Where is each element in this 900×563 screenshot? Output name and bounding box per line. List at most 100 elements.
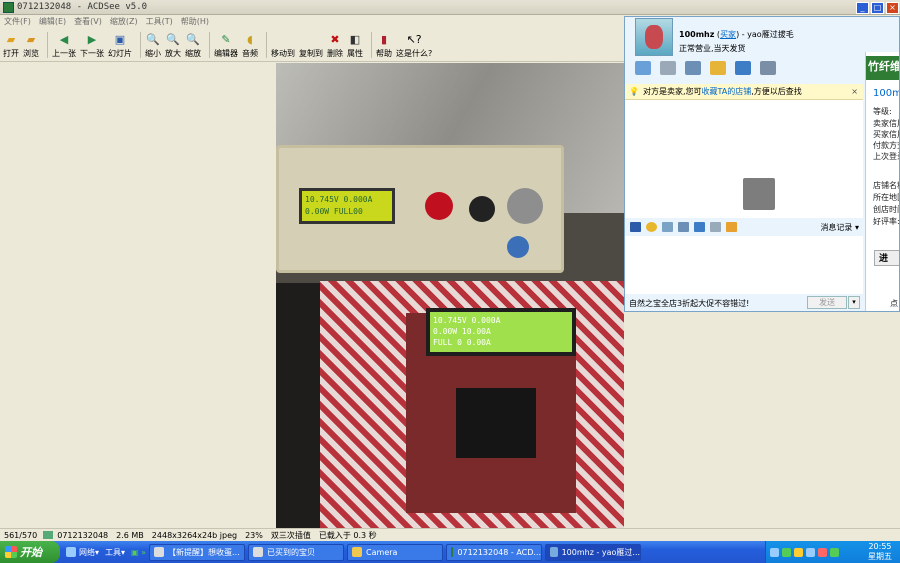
chat-bubble-icon[interactable] [710, 61, 726, 75]
status-filename: 0712132048 [57, 530, 109, 540]
user-settings-icon[interactable] [760, 61, 776, 75]
send-options-button[interactable]: ▾ [848, 296, 860, 309]
shop-user[interactable]: 100mh [873, 88, 899, 99]
speaker-icon: ◖ [247, 32, 253, 46]
folder-icon [352, 547, 363, 557]
task-button-chat[interactable]: 100mhz - yao雁过... [545, 543, 642, 561]
editor-icon: ✎ [221, 32, 231, 46]
gift-icon[interactable] [726, 222, 737, 232]
promo-text[interactable]: 自然之宝全店3折起大促不容错过! [629, 298, 749, 309]
tray-icon[interactable] [770, 547, 779, 557]
close-tip-icon[interactable]: × [851, 87, 858, 96]
status-interpolation: 双三次插值 [270, 530, 311, 540]
title-bar: 0712132048 - ACDSee v5.0 [0, 0, 900, 15]
photo-red-terminal [425, 192, 453, 220]
avatar[interactable] [635, 18, 673, 56]
browse-button[interactable]: ▰ 浏览 [23, 30, 39, 59]
photo-power-supply-box: 10.745V 0.000A 0.00W FULL00 [276, 145, 564, 273]
help-book-icon: ▮ [380, 32, 388, 46]
task-button-forum[interactable]: 【新提醒】想收蛋... [149, 543, 246, 561]
image-icon[interactable] [662, 222, 673, 232]
zoom-in-button[interactable]: 🔍 放大 [165, 30, 181, 59]
avatar-figure [645, 25, 663, 49]
copy-icon [303, 32, 319, 46]
network-icon [66, 547, 76, 557]
zoom-out-button[interactable]: 🔍 缩小 [145, 30, 161, 59]
zoom-button[interactable]: 🔍 缩放 [185, 30, 201, 59]
globe-icon[interactable] [735, 61, 751, 75]
tray-icon[interactable] [806, 547, 815, 557]
info-seller-credit: 卖家信用 [873, 119, 899, 128]
shop-banner[interactable]: 竹纤维 [866, 56, 899, 80]
zoom-in-icon: 🔍 [166, 32, 180, 46]
menu-view[interactable]: 查看(V) [70, 16, 106, 29]
camera-icon[interactable] [685, 61, 701, 75]
acdsee-app-icon [3, 1, 14, 13]
slideshow-button[interactable]: ▣ 幻灯片 [108, 30, 132, 59]
enter-shop-button[interactable]: 进 [874, 250, 899, 266]
shield-icon[interactable]: ▣ » [131, 548, 146, 557]
task-button-camera[interactable]: Camera [347, 543, 444, 561]
photo-lcd-large: 10.745V 0.000A 0.00W 10.00A FULL 0 0.00A [426, 308, 576, 356]
photo-small-knob [507, 236, 529, 258]
clock[interactable]: 20:55 星期五 [868, 542, 892, 562]
menu-edit[interactable]: 编辑(E) [35, 16, 70, 29]
buyer-link[interactable]: 买家 [720, 30, 736, 39]
properties-button[interactable]: ◧ 属性 [347, 30, 363, 59]
menu-help[interactable]: 帮助(H) [177, 16, 213, 29]
task-button-purchased[interactable]: 已买到的宝贝 [248, 543, 345, 561]
emoticon-icon[interactable] [646, 222, 657, 232]
whats-this-button[interactable]: ↖? 这是什么? [396, 30, 432, 59]
chat-icon [550, 547, 558, 557]
previous-button[interactable]: ◀ 上一张 [52, 30, 76, 59]
window-icon[interactable] [694, 222, 705, 232]
tray-icon[interactable] [830, 547, 839, 557]
quicklaunch-tools[interactable]: 工具 ▾ [105, 547, 125, 558]
favorite-shop-link[interactable]: 收藏TA的店铺 [702, 86, 752, 97]
editor-button[interactable]: ✎ 编辑器 [214, 30, 238, 59]
toolbar-separator [371, 32, 372, 58]
help-button[interactable]: ▮ 帮助 [376, 30, 392, 59]
close-button[interactable]: × [886, 2, 899, 14]
whats-this-icon: ↖? [406, 32, 422, 46]
tray-icon[interactable] [782, 547, 791, 557]
minimize-button[interactable]: _ [856, 2, 869, 14]
move-to-button[interactable]: 移动到 [271, 30, 295, 59]
copy-to-button[interactable]: 复制到 [299, 30, 323, 59]
info-level: 等级: [873, 107, 892, 116]
send-button[interactable]: 发送 [807, 296, 847, 309]
folder-icon[interactable] [635, 61, 651, 75]
screenshot-icon[interactable] [678, 222, 689, 232]
windows-logo-icon [5, 546, 17, 558]
quicklaunch-network[interactable]: 网络 ▾ [66, 547, 99, 558]
chat-toolbar [635, 61, 785, 75]
font-icon[interactable] [630, 222, 641, 232]
delete-button[interactable]: ✖ 删除 [327, 30, 343, 59]
start-button[interactable]: 开始 [0, 541, 60, 563]
image-file-icon [43, 531, 54, 539]
tray-icon[interactable] [794, 547, 803, 557]
message-history-button[interactable]: 消息记录 ▾ [820, 222, 859, 233]
folder-open-icon: ▰ [6, 32, 16, 46]
message-area[interactable] [625, 100, 863, 218]
photo: 10.745V 0.000A 0.00W FULL00 10.745V 0.00… [276, 63, 624, 528]
menu-file[interactable]: 文件(F) [0, 16, 35, 29]
info-rating: 好评率: [873, 217, 900, 226]
microphone-icon[interactable] [660, 61, 676, 75]
menu-zoom[interactable]: 缩放(Z) [106, 16, 142, 29]
task-button-acdsee[interactable]: 0712132048 - ACD... [446, 543, 543, 561]
info-click[interactable]: 点 [890, 298, 898, 309]
menu-tools[interactable]: 工具(T) [142, 16, 177, 29]
next-button[interactable]: ▶ 下一张 [80, 30, 104, 59]
tray-icon[interactable] [818, 547, 827, 557]
browser-icon [154, 547, 165, 557]
cursor-overlay-icon [743, 178, 775, 210]
toolbar-separator [47, 32, 48, 58]
maximize-button[interactable]: □ [871, 2, 884, 14]
table-icon[interactable] [710, 222, 721, 232]
status-size: 2.6 MB [116, 530, 144, 540]
audio-button[interactable]: ◖ 音频 [242, 30, 258, 59]
message-input[interactable] [625, 236, 863, 294]
photo-heatsink [456, 388, 536, 458]
open-button[interactable]: ▰ 打开 [3, 30, 19, 59]
